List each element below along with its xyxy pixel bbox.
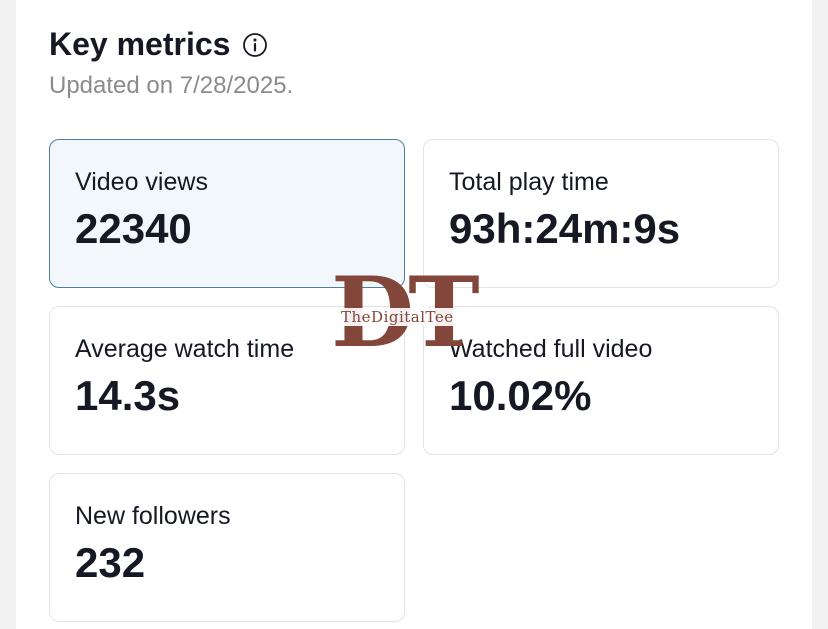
- info-circle-icon[interactable]: [242, 32, 268, 58]
- metric-card-average-watch-time[interactable]: Average watch time 14.3s: [49, 306, 405, 455]
- section-title: Key metrics: [49, 26, 231, 62]
- metric-label: Video views: [75, 168, 208, 196]
- metric-card-total-play-time[interactable]: Total play time 93h:24m:9s: [423, 139, 779, 288]
- metric-card-watched-full-video[interactable]: Watched full video 10.02%: [423, 306, 779, 455]
- metric-card-new-followers[interactable]: New followers 232: [49, 473, 405, 622]
- metric-card-video-views[interactable]: Video views 22340: [49, 139, 405, 288]
- metric-label: New followers: [75, 502, 231, 530]
- metric-value: 232: [75, 539, 146, 586]
- metric-label: Average watch time: [75, 335, 295, 363]
- metric-value: 14.3s: [75, 372, 181, 419]
- metric-value: 10.02%: [449, 372, 592, 419]
- updated-timestamp: Updated on 7/28/2025.: [49, 72, 294, 99]
- section-header: Key metrics: [49, 22, 268, 66]
- metric-value: 22340: [75, 205, 192, 252]
- metric-label: Watched full video: [449, 335, 653, 363]
- metric-label: Total play time: [449, 168, 609, 196]
- metric-value: 93h:24m:9s: [449, 205, 681, 252]
